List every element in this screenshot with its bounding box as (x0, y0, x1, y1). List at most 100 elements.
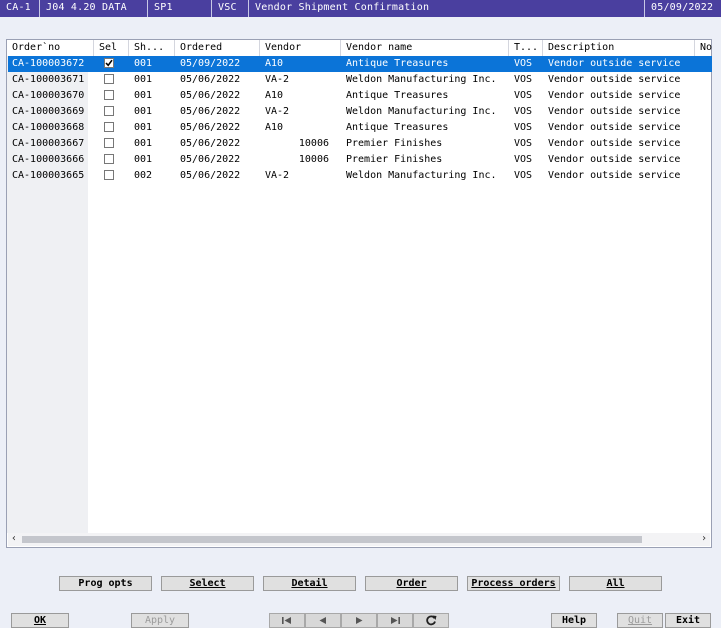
table-row[interactable]: CA-100003666 001 05/06/2022 10006 Premier Fi… (8, 152, 712, 168)
cell-type: VOS (514, 74, 533, 85)
cell-ship: 001 (134, 74, 153, 85)
table-row[interactable]: CA-100003669 001 05/06/2022 VA-2 Weldon Manu… (8, 104, 712, 120)
last-page-button[interactable] (377, 613, 413, 628)
program-code: VSC (212, 0, 249, 17)
column-header[interactable]: No (695, 40, 715, 56)
cell-description: Vendor outside service (548, 74, 681, 85)
column-header[interactable]: Order`no (7, 40, 94, 56)
all-button-label: All (606, 578, 625, 589)
cell-description: Vendor outside service (548, 170, 681, 181)
order-button-label: Order (396, 578, 427, 589)
select-checkbox[interactable] (104, 138, 114, 148)
company-code: CA-1 (0, 0, 40, 17)
apply-button[interactable]: Apply (131, 613, 189, 628)
checkmark-icon (105, 59, 113, 67)
table-row[interactable]: CA-100003672 001 05/09/2022 A10 Antique Trea… (8, 56, 712, 72)
cell-vendor: A10 (265, 90, 284, 101)
system-date: 05/09/2022 (651, 2, 714, 13)
table-row[interactable]: CA-100003667 001 05/06/2022 10006 Premier Fi… (8, 136, 712, 152)
quit-button[interactable]: Quit (617, 613, 663, 628)
cell-type: VOS (514, 138, 533, 149)
ok-button[interactable]: OK (11, 613, 69, 628)
cell-order: CA-100003671 (12, 74, 85, 85)
table-row[interactable]: CA-100003665 002 05/06/2022 VA-2 Weldon Manu… (8, 168, 712, 184)
select-checkbox[interactable] (104, 122, 114, 132)
next-page-icon (356, 617, 363, 624)
cell-description: Vendor outside service (548, 154, 681, 165)
select-checkbox[interactable] (104, 170, 114, 180)
cell-ordered: 05/09/2022 (180, 58, 241, 69)
cell-vendor-name: Premier Finishes (346, 154, 443, 165)
column-header[interactable]: Ordered (175, 40, 260, 56)
cell-ship: 002 (134, 170, 153, 181)
order-button[interactable]: Order (365, 576, 458, 591)
column-header[interactable]: Vendor name (341, 40, 509, 56)
select-checkbox[interactable] (104, 154, 114, 164)
cell-order: CA-100003670 (12, 90, 85, 101)
scroll-right-icon[interactable]: › (698, 533, 710, 546)
previous-page-button[interactable] (305, 613, 341, 628)
process-orders-button-label: Process orders (471, 578, 556, 589)
scrollbar-thumb[interactable] (22, 536, 642, 543)
cell-order: CA-100003667 (12, 138, 85, 149)
cell-type: VOS (514, 90, 533, 101)
cell-description: Vendor outside service (548, 138, 681, 149)
cell-vendor-name: Weldon Manufacturing Inc. (346, 106, 497, 117)
cell-ship: 001 (134, 138, 153, 149)
detail-button[interactable]: Detail (263, 576, 356, 591)
column-header[interactable]: Sh... (129, 40, 175, 56)
cell-type: VOS (514, 122, 533, 133)
select-checkbox[interactable] (104, 90, 114, 100)
cell-order: CA-100003669 (12, 106, 85, 117)
scroll-left-icon[interactable]: ‹ (8, 533, 20, 546)
column-header[interactable]: Sel (94, 40, 129, 56)
select-checkbox[interactable] (104, 74, 114, 84)
version-label: J04 4.20 DATA (40, 0, 148, 17)
column-header[interactable]: T... (509, 40, 543, 56)
all-button[interactable]: All (569, 576, 662, 591)
cell-ordered: 05/06/2022 (180, 154, 241, 165)
title-bar: CA-1 J04 4.20 DATA SP1 VSC Vendor Shipme… (0, 0, 721, 17)
cell-vendor-name: Antique Treasures (346, 58, 449, 69)
ok-button-label: OK (33, 615, 47, 626)
exit-button[interactable]: Exit (665, 613, 711, 628)
cell-ordered: 05/06/2022 (180, 74, 241, 85)
prog-opts-button[interactable]: Prog opts (59, 576, 152, 591)
cell-type: VOS (514, 170, 533, 181)
first-page-button[interactable] (269, 613, 305, 628)
select-checkbox[interactable] (104, 106, 114, 116)
cell-description: Vendor outside service (548, 122, 681, 133)
select-checkbox[interactable] (104, 58, 114, 68)
cell-vendor-name: Weldon Manufacturing Inc. (346, 170, 497, 181)
cell-vendor: A10 (265, 58, 284, 69)
cell-vendor-name: Premier Finishes (346, 138, 443, 149)
cell-order: CA-100003668 (12, 122, 85, 133)
horizontal-scrollbar[interactable]: ‹ › (8, 533, 710, 546)
cell-ordered: 05/06/2022 (180, 122, 241, 133)
cell-description: Vendor outside service (548, 58, 681, 69)
refresh-button[interactable] (413, 613, 449, 628)
table-row[interactable]: CA-100003670 001 05/06/2022 A10 Antique Trea… (8, 88, 712, 104)
quit-button-label: Quit (627, 615, 653, 626)
cell-ship: 001 (134, 122, 153, 133)
process-orders-button[interactable]: Process orders (467, 576, 560, 591)
cell-vendor-number: 10006 (298, 154, 329, 165)
orders-grid[interactable]: Order`no Sel Sh... Ordered Vendor Vendor name… (6, 39, 712, 548)
cell-description: Vendor outside service (548, 90, 681, 101)
cell-vendor: VA-2 (265, 106, 290, 117)
next-page-button[interactable] (341, 613, 377, 628)
cell-order: CA-100003665 (12, 170, 85, 181)
help-button[interactable]: Help (551, 613, 597, 628)
cell-vendor-name: Antique Treasures (346, 122, 449, 133)
cell-ordered: 05/06/2022 (180, 90, 241, 101)
detail-button-label: Detail (291, 578, 328, 589)
column-header[interactable]: Vendor (260, 40, 341, 56)
cell-order: CA-100003672 (12, 58, 85, 69)
select-button[interactable]: Select (161, 576, 254, 591)
first-page-icon (282, 617, 291, 624)
table-row[interactable]: CA-100003668 001 05/06/2022 A10 Antique Trea… (8, 120, 712, 136)
cell-ship: 001 (134, 106, 153, 117)
table-row[interactable]: CA-100003671 001 05/06/2022 VA-2 Weldon Manu… (8, 72, 712, 88)
select-button-label: Select (189, 578, 226, 589)
column-header[interactable]: Description (543, 40, 695, 56)
